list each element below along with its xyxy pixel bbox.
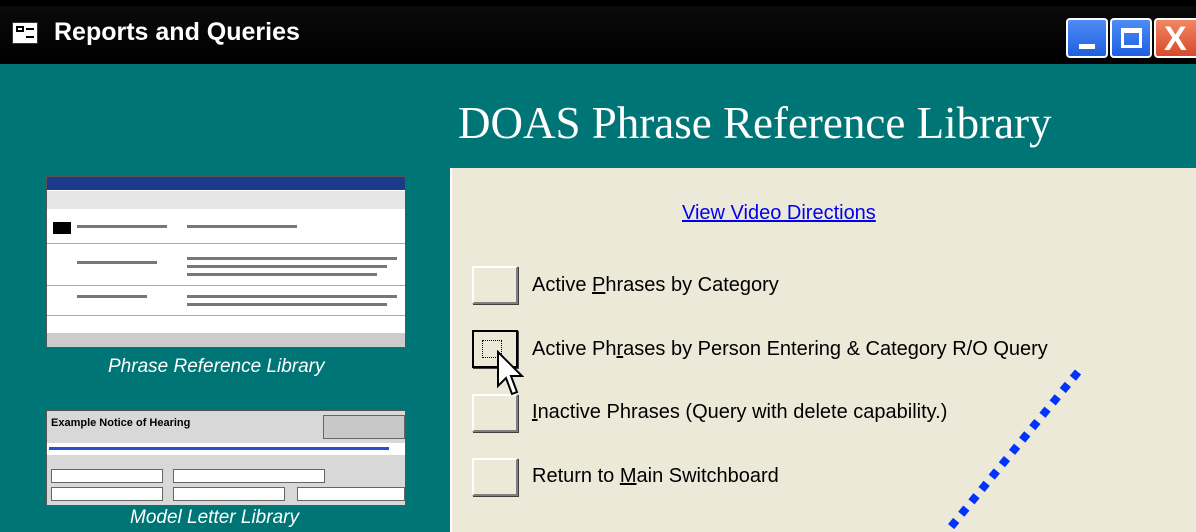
dotted-line [946,369,1082,531]
dotted-arrow-annotation [946,369,1082,531]
reports-and-queries-window: Reports and Queries X DOAS Phrase Refere… [0,0,1196,532]
